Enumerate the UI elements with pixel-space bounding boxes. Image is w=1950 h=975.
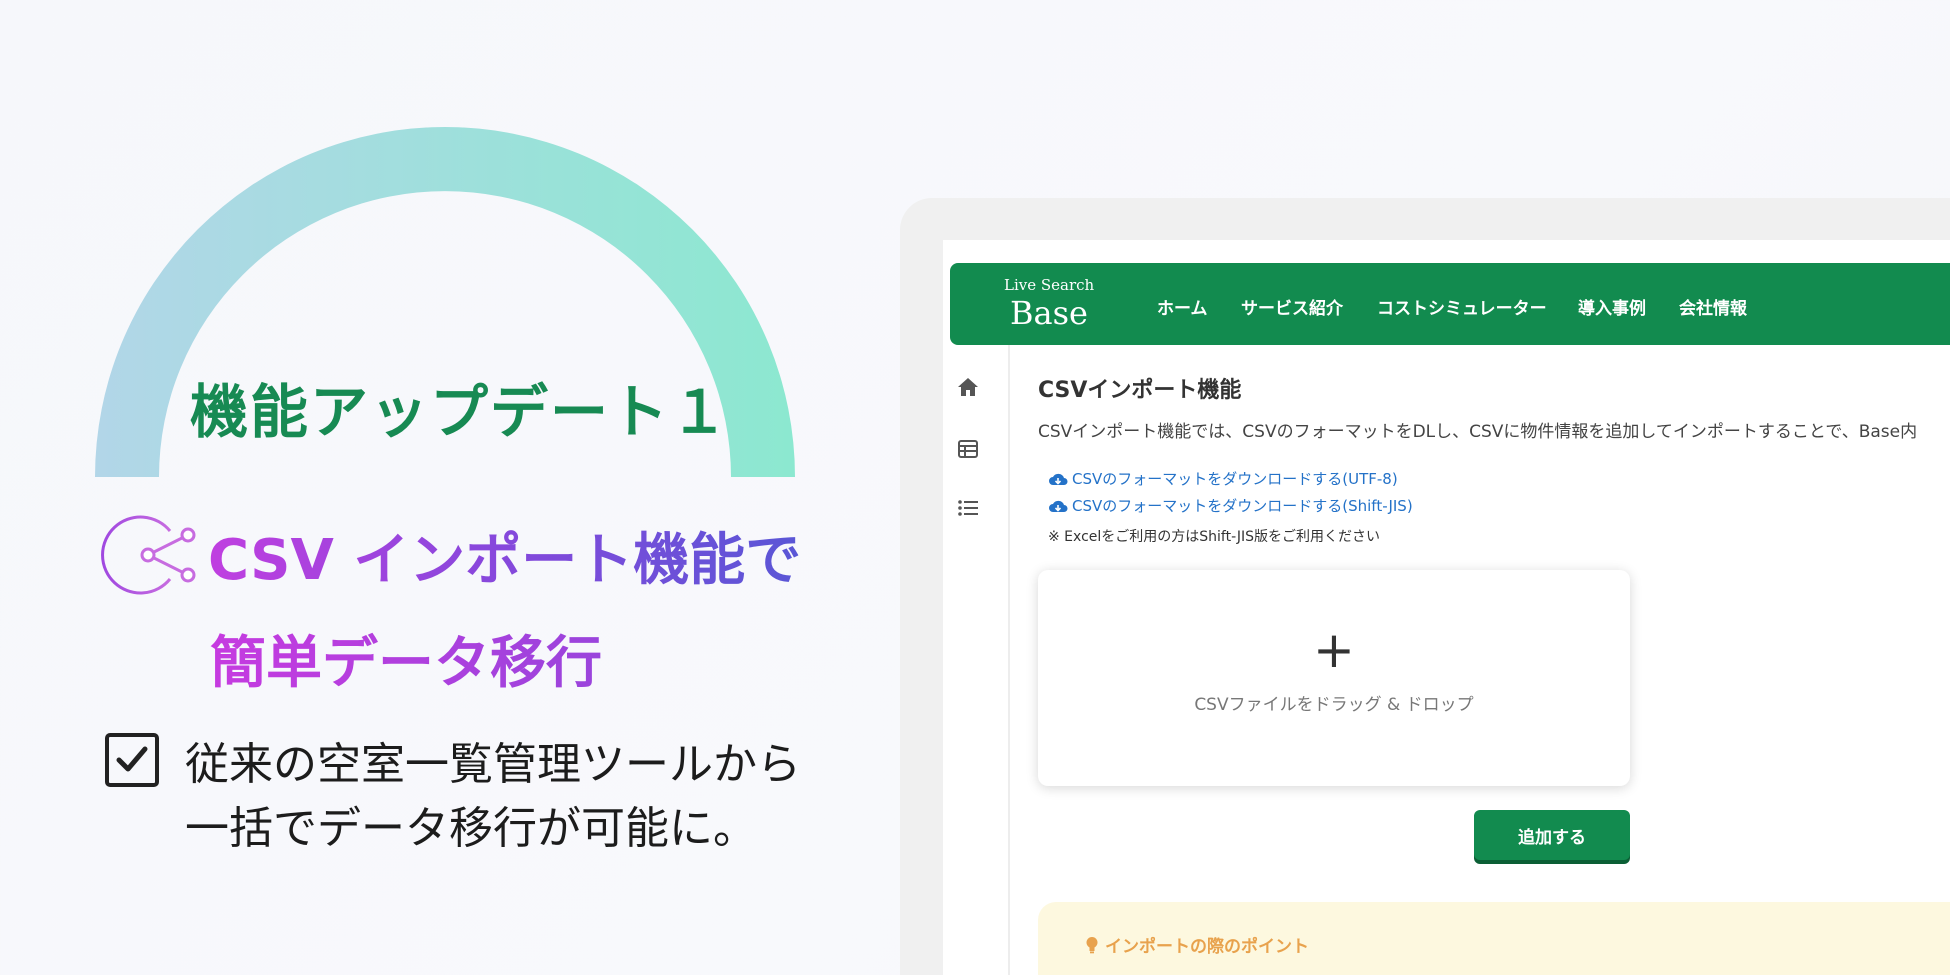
sidebar-divider xyxy=(1008,345,1010,975)
description-line-1: 従来の空室一覧管理ツールから xyxy=(185,739,801,790)
feature-update-title: 機能アップデート１ xyxy=(190,378,731,446)
download-utf8-link[interactable]: CSVのフォーマットをダウンロードする(UTF-8) xyxy=(1048,468,1398,489)
checkbox-icon xyxy=(105,733,159,787)
description-line-2: 一括でデータ移行が可能に。 xyxy=(185,803,757,854)
tips-title-label: インポートの際のポイント xyxy=(1105,937,1309,957)
tips-title: インポートの際のポイント xyxy=(1085,932,1309,957)
logo[interactable]: Base xyxy=(1010,294,1088,332)
cloud-download-icon xyxy=(1049,500,1068,512)
download-shiftjis-label: CSVのフォーマットをダウンロードする(Shift-JIS) xyxy=(1072,497,1413,515)
download-shiftjis-link[interactable]: CSVのフォーマットをダウンロードする(Shift-JIS) xyxy=(1048,495,1413,516)
download-utf8-label: CSVのフォーマットをダウンロードする(UTF-8) xyxy=(1072,470,1398,488)
page-title: CSVインポート機能 xyxy=(1038,378,1242,403)
list-icon[interactable] xyxy=(956,496,980,520)
dropzone-label: CSVファイルをドラッグ & ドロップ xyxy=(1194,695,1474,715)
nav-company[interactable]: 会社情報 xyxy=(1679,294,1747,319)
nav-home[interactable]: ホーム xyxy=(1157,294,1208,319)
headline-line-2: 簡単データ移行 xyxy=(210,618,602,699)
logo-subtitle: Live Search xyxy=(1004,276,1095,294)
headline-line-1: CSV インポート機能で xyxy=(208,515,801,596)
cloud-download-icon xyxy=(1049,473,1068,485)
share-icon xyxy=(101,515,196,595)
add-button[interactable]: 追加する xyxy=(1474,810,1630,860)
feature-description: 従来の空室一覧管理ツールから 一括でデータ移行が可能に。 xyxy=(185,733,801,861)
lightbulb-icon xyxy=(1086,936,1098,953)
csv-dropzone[interactable]: + CSVファイルをドラッグ & ドロップ xyxy=(1038,570,1630,786)
page-intro: CSVインポート機能では、CSVのフォーマットをDLし、CSVに物件情報を追加し… xyxy=(1038,422,1918,442)
excel-note: ※ Excelをご利用の方はShift-JIS版をご利用ください xyxy=(1048,529,1381,545)
plus-icon: + xyxy=(1313,621,1355,679)
nav-case-studies[interactable]: 導入事例 xyxy=(1578,294,1646,319)
nav-service[interactable]: サービス紹介 xyxy=(1241,294,1343,319)
table-icon[interactable] xyxy=(956,437,980,461)
nav-cost-simulator[interactable]: コストシミュレーター xyxy=(1377,294,1547,319)
home-icon[interactable] xyxy=(956,375,980,399)
